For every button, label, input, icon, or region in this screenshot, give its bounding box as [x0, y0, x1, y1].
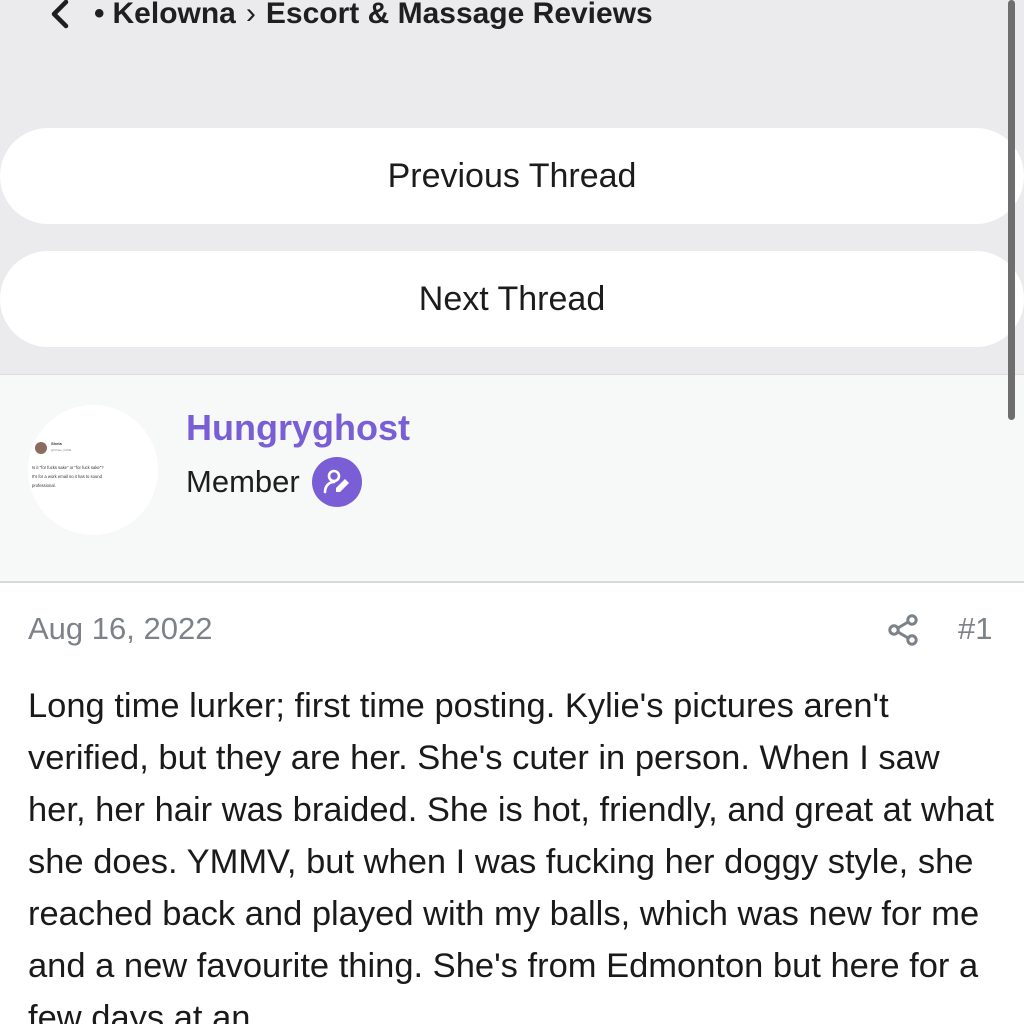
breadcrumb-bullet: •	[94, 0, 105, 30]
avatar[interactable]: Shela @Chelo_FADE Is it "for fucks sake"…	[28, 405, 158, 535]
author-role: Member	[186, 464, 300, 499]
thread-header: • Kelowna › Escort & Massage Reviews Pre…	[0, 0, 1024, 374]
avatar-tweet-line2: It's for a work email so it has to sound	[32, 474, 103, 479]
avatar-image: Shela @Chelo_FADE Is it "for fucks sake"…	[32, 441, 104, 488]
next-thread-button[interactable]: Next Thread	[0, 251, 1024, 347]
avatar-tweet-handle: @Chelo_FADE	[51, 448, 71, 452]
author-block: Shela @Chelo_FADE Is it "for fucks sake"…	[0, 374, 1024, 583]
breadcrumb-parent[interactable]: Kelowna	[113, 0, 236, 31]
author-role-row: Member	[186, 457, 362, 507]
breadcrumb: • Kelowna › Escort & Massage Reviews	[46, 0, 653, 36]
post-date[interactable]: Aug 16, 2022	[28, 611, 212, 647]
scrollbar[interactable]	[1008, 0, 1015, 420]
breadcrumb-separator: ›	[245, 0, 256, 30]
avatar-tweet-line3: professional.	[32, 483, 56, 488]
avatar-tweet-line1: Is it "for fucks sake" or "for fuck sake…	[32, 465, 104, 470]
previous-thread-button[interactable]: Previous Thread	[0, 128, 1024, 224]
breadcrumb-current[interactable]: Escort & Massage Reviews	[266, 0, 653, 31]
chevron-left-icon[interactable]	[46, 0, 74, 30]
share-icon[interactable]	[886, 613, 920, 647]
avatar-tweet-name: Shela	[51, 441, 62, 446]
user-edit-icon	[311, 457, 362, 507]
author-username[interactable]: Hungryghost	[186, 407, 410, 449]
post-body: Long time lurker; first time posting. Ky…	[28, 687, 994, 1024]
thread-page: • Kelowna › Escort & Massage Reviews Pre…	[0, 0, 1024, 1024]
post-number[interactable]: #1	[958, 611, 992, 647]
